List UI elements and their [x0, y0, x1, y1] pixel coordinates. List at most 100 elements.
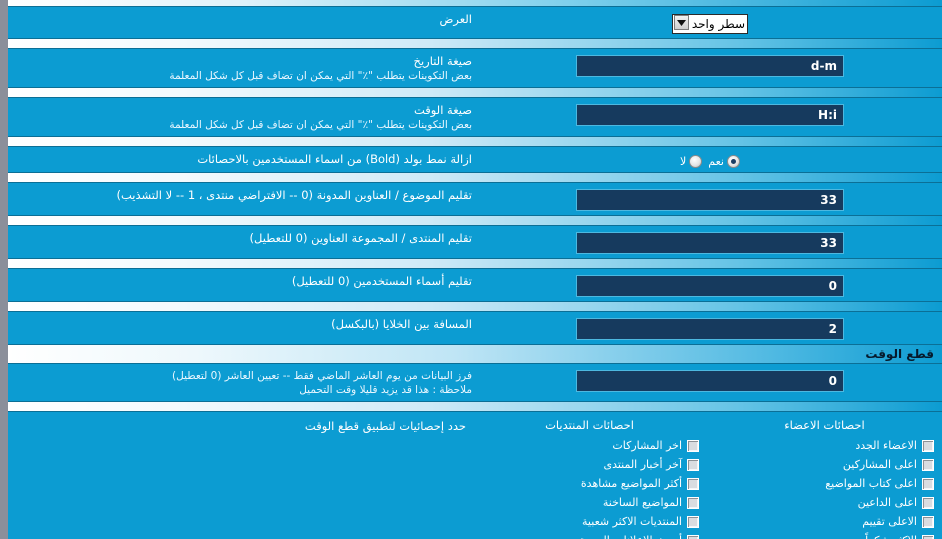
- checkbox-icon[interactable]: [687, 496, 699, 509]
- row-display: سطر واحد العرض: [8, 7, 942, 38]
- remove-bold-radio-group[interactable]: نعم لا: [680, 153, 740, 168]
- checkbox-icon[interactable]: [922, 458, 934, 471]
- list-item-label: أكثر المواضيع مشاهدة: [580, 477, 682, 490]
- separator-6: [8, 258, 942, 269]
- cellspacing-label: المسافة بين الخلايا (بالبكسل): [331, 317, 472, 331]
- trim-usernames-label-cell: تقليم أسماء المستخدمين (0 للتعطيل): [8, 269, 478, 293]
- list-item[interactable]: اعلى الداعين: [715, 493, 934, 512]
- display-label: العرض: [439, 12, 473, 26]
- list-item-label: الاعلى تقييم: [862, 515, 917, 528]
- display-select-wrapper[interactable]: سطر واحد: [672, 13, 748, 34]
- trim-forum-titles-input[interactable]: [576, 232, 844, 254]
- checkbox-icon[interactable]: [922, 477, 934, 490]
- trim-thread-titles-label: تقليم الموضوع / العناوين المدونة (0 -- ا…: [116, 188, 472, 202]
- list-item-label: أحدث الإعلانات المبوبة: [579, 534, 682, 539]
- cellspacing-input[interactable]: [576, 318, 844, 340]
- list-item-label: اعلى الداعين: [857, 496, 917, 509]
- list-item-label: اخر المشاركات: [612, 439, 682, 452]
- checkbox-icon[interactable]: [922, 515, 934, 528]
- row-cellspacing: المسافة بين الخلايا (بالبكسل): [8, 312, 942, 344]
- trim-usernames-label: تقليم أسماء المستخدمين (0 للتعطيل): [291, 274, 472, 288]
- separator-5: [8, 215, 942, 226]
- list-item[interactable]: الاكثر شكراً: [715, 531, 934, 539]
- date-format-hint: بعض التكوينات يتطلب "٪" التي يمكن ان تضا…: [169, 70, 472, 82]
- remove-bold-control-cell: نعم لا: [478, 147, 942, 172]
- remove-bold-radio-no[interactable]: لا: [680, 155, 703, 168]
- separator-4: [8, 172, 942, 183]
- checkbox-column-forums: احصائات المنتديات اخر المشاركات آخر أخبا…: [472, 414, 707, 539]
- trim-usernames-input[interactable]: [576, 275, 844, 297]
- list-item[interactable]: المواضيع الساخنة: [480, 493, 699, 512]
- checkbox-icon[interactable]: [922, 496, 934, 509]
- checkbox-icon[interactable]: [687, 515, 699, 528]
- trim-forum-titles-label-cell: تقليم المنتدى / المجموعة العناوين (0 للت…: [8, 226, 478, 250]
- trim-thread-titles-input[interactable]: [576, 189, 844, 211]
- checkbox-icon[interactable]: [922, 439, 934, 452]
- row-date-format: صيغة التاريخ بعض التكوينات يتطلب "٪" الت…: [8, 49, 942, 87]
- section-header-time-cut: قطع الوقت: [8, 344, 942, 364]
- time-format-control-cell: [478, 98, 942, 130]
- time-cut-input[interactable]: [576, 370, 844, 392]
- checkbox-icon[interactable]: [922, 534, 934, 539]
- radio-yes-label: نعم: [708, 155, 724, 168]
- list-item[interactable]: المنتديات الاكثر شعبية: [480, 512, 699, 531]
- list-item[interactable]: أكثر المواضيع مشاهدة: [480, 474, 699, 493]
- separator-2: [8, 87, 942, 98]
- display-control-cell: سطر واحد: [478, 7, 942, 38]
- time-format-input[interactable]: [576, 104, 844, 126]
- separator-7: [8, 301, 942, 312]
- row-trim-usernames: تقليم أسماء المستخدمين (0 للتعطيل): [8, 269, 942, 301]
- settings-page: سطر واحد العرض صيغة التاريخ بعض التكوينا…: [0, 0, 942, 539]
- remove-bold-radio-yes[interactable]: نعم: [708, 155, 740, 168]
- time-cut-control-cell: [478, 364, 942, 396]
- list-item-label: المنتديات الاكثر شعبية: [582, 515, 682, 528]
- checkbox-columns: احصائات الاعضاء الاعضاء الجدد اعلى المشا…: [472, 414, 942, 539]
- checkbox-column-members: احصائات الاعضاء الاعضاء الجدد اعلى المشا…: [707, 414, 942, 539]
- list-item[interactable]: آخر أخبار المنتدى: [480, 455, 699, 474]
- display-select[interactable]: سطر واحد: [672, 14, 748, 34]
- list-item-label: آخر أخبار المنتدى: [603, 458, 682, 471]
- date-format-input[interactable]: [576, 55, 844, 77]
- separator-8: [8, 401, 942, 412]
- separator-1: [8, 38, 942, 49]
- trim-forum-titles-label: تقليم المنتدى / المجموعة العناوين (0 للت…: [249, 231, 472, 245]
- checkbox-icon[interactable]: [687, 458, 699, 471]
- list-item[interactable]: اخر المشاركات: [480, 436, 699, 455]
- list-item-label: الاعضاء الجدد: [855, 439, 917, 452]
- radio-no-icon[interactable]: [689, 155, 703, 168]
- display-label-cell: العرض: [8, 7, 478, 31]
- cellspacing-control-cell: [478, 312, 942, 344]
- list-item[interactable]: اعلى كتاب المواضيع: [715, 474, 934, 493]
- cellspacing-label-cell: المسافة بين الخلايا (بالبكسل): [8, 312, 478, 336]
- checkbox-icon[interactable]: [687, 439, 699, 452]
- time-cut-label-cell: فرز البيانات من يوم العاشر الماضي فقط --…: [8, 364, 478, 401]
- row-remove-bold: نعم لا ازالة نمط بولد (Bold) من اسماء ال…: [8, 147, 942, 172]
- trim-thread-titles-label-cell: تقليم الموضوع / العناوين المدونة (0 -- ا…: [8, 183, 478, 207]
- list-item-label: اعلى كتاب المواضيع: [825, 477, 917, 490]
- list-item-label: اعلى المشاركين: [842, 458, 917, 471]
- list-item[interactable]: أحدث الإعلانات المبوبة: [480, 531, 699, 539]
- checkbox-area-label-text: حدد إحصائيات لتطبيق قطع الوقت: [304, 419, 466, 433]
- trim-thread-titles-control-cell: [478, 183, 942, 215]
- time-format-label: صيغة الوقت: [413, 103, 472, 117]
- list-item[interactable]: اعلى المشاركين: [715, 455, 934, 474]
- top-strip: [8, 0, 942, 7]
- list-item[interactable]: الاعلى تقييم: [715, 512, 934, 531]
- list-item-label: الاكثر شكراً: [865, 534, 917, 539]
- time-format-hint: بعض التكوينات يتطلب "٪" التي يمكن ان تضا…: [169, 119, 472, 131]
- list-item[interactable]: الاعضاء الجدد: [715, 436, 934, 455]
- date-format-label-cell: صيغة التاريخ بعض التكوينات يتطلب "٪" الت…: [8, 49, 478, 87]
- column-title-members: احصائات الاعضاء: [784, 418, 865, 432]
- section-title: قطع الوقت: [865, 347, 934, 361]
- date-format-control-cell: [478, 49, 942, 81]
- separator-3: [8, 136, 942, 147]
- radio-yes-icon[interactable]: [727, 155, 740, 168]
- row-time-format: صيغة الوقت بعض التكوينات يتطلب "٪" التي …: [8, 98, 942, 136]
- checkbox-icon[interactable]: [687, 534, 699, 539]
- row-trim-thread-titles: تقليم الموضوع / العناوين المدونة (0 -- ا…: [8, 183, 942, 215]
- date-format-label: صيغة التاريخ: [413, 54, 472, 68]
- remove-bold-label-cell: ازالة نمط بولد (Bold) من اسماء المستخدمي…: [8, 147, 478, 171]
- time-format-label-cell: صيغة الوقت بعض التكوينات يتطلب "٪" التي …: [8, 98, 478, 136]
- checkbox-icon[interactable]: [687, 477, 699, 490]
- remove-bold-label: ازالة نمط بولد (Bold) من اسماء المستخدمي…: [197, 152, 472, 166]
